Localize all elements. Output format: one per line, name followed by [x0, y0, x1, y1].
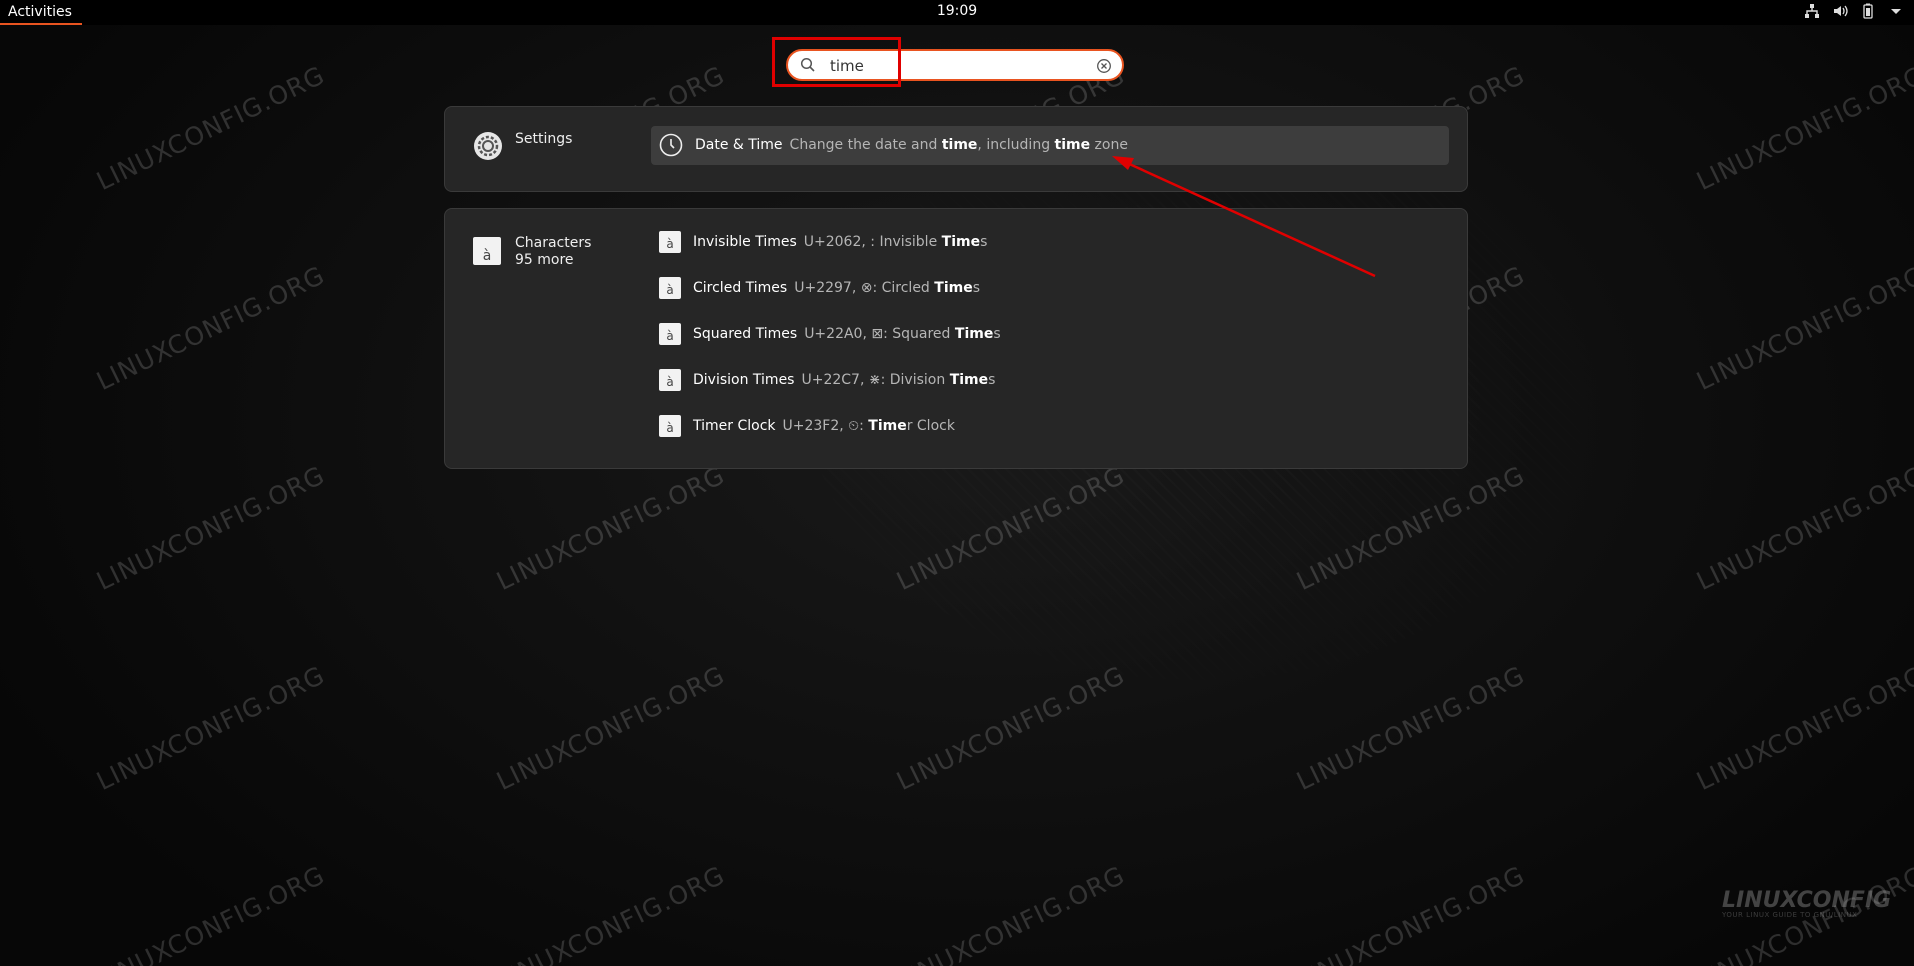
desktop-overview: LINUXCONFIG.ORG LINUXCONFIG.ORG LINUXCONFI… [0, 0, 1914, 966]
linuxconfig-logo: LINUXCONFIG [1722, 888, 1892, 913]
annotation-arrow [1112, 156, 1376, 278]
linuxconfig-logo-tagline: YOUR LINUX GUIDE TO GNU/LINUX [1722, 911, 1858, 919]
